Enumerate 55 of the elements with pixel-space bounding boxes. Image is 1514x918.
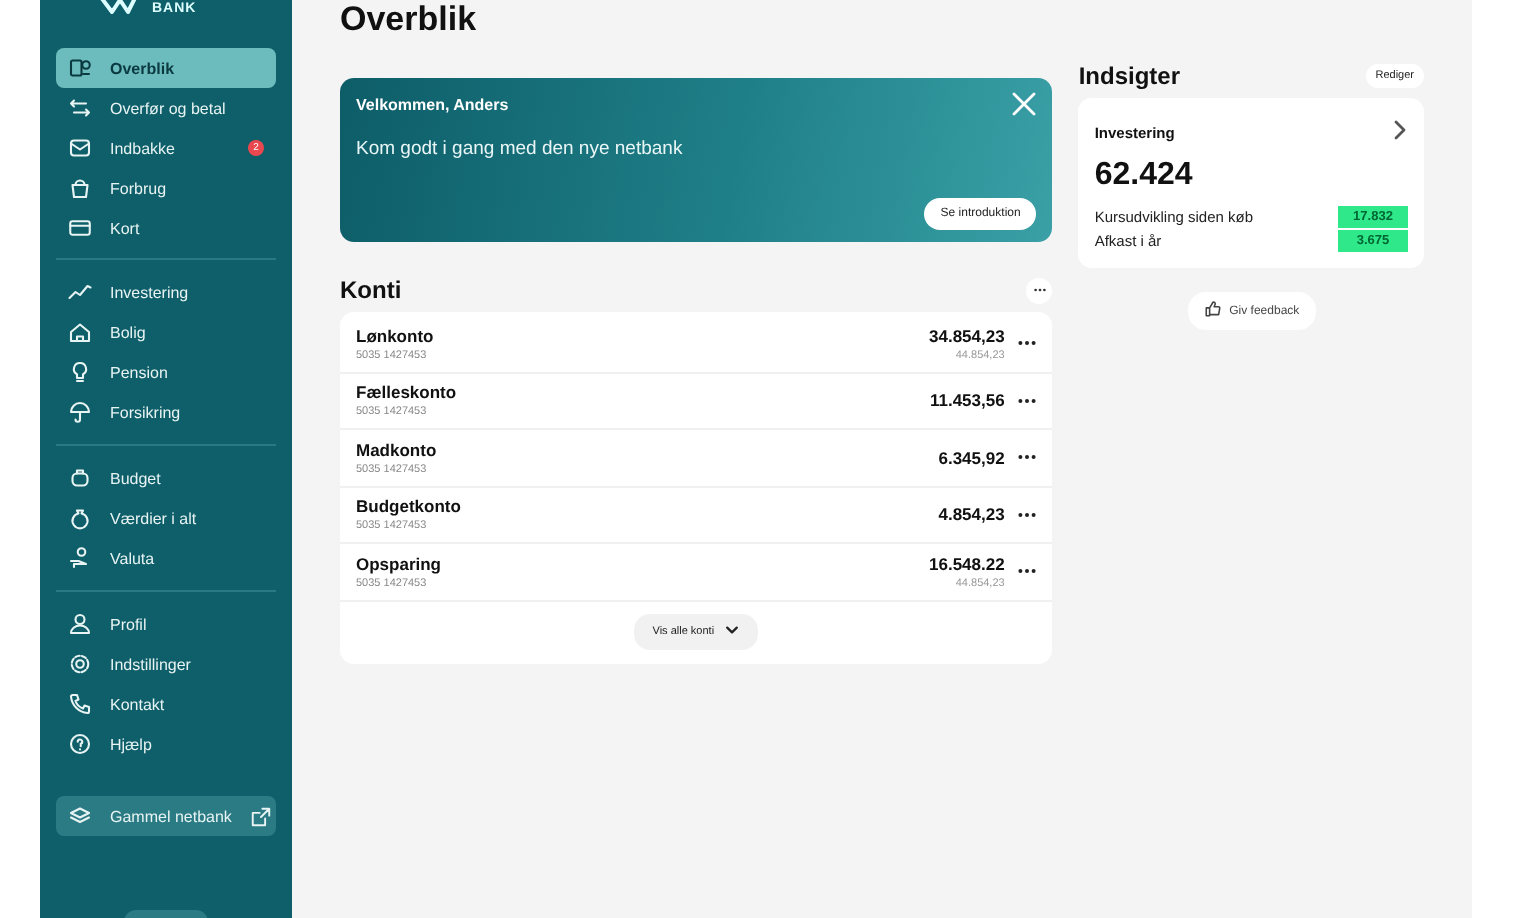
external-link[interactable]: Gammel netbank — [56, 796, 276, 836]
nav-item[interactable]: Bolig — [56, 312, 276, 352]
more-button[interactable] — [1016, 337, 1037, 350]
lightbulb-icon — [68, 360, 92, 384]
close-button[interactable] — [1012, 92, 1037, 116]
more-button[interactable] — [1016, 394, 1037, 407]
account-balance: 4.854,23 — [938, 504, 1005, 525]
house-icon — [68, 320, 92, 344]
dashboard-icon — [68, 56, 92, 80]
stack-icon — [68, 804, 92, 828]
account-name: Budgetkonto — [356, 496, 463, 517]
trend-line-icon — [68, 280, 92, 304]
more-button[interactable] — [1016, 565, 1037, 578]
nav-item[interactable]: Forsikring — [56, 392, 276, 432]
umbrella-icon — [68, 400, 92, 424]
phone-icon — [68, 692, 92, 716]
nav-item[interactable]: Overblik — [56, 48, 276, 88]
account-name: Madkonto — [356, 439, 439, 460]
account-name: Lønkonto — [356, 325, 436, 346]
account-name: Opsparing — [356, 553, 444, 574]
nav-item[interactable]: Værdier i alt — [56, 498, 276, 538]
account-balance: 16.548.22 — [929, 553, 1005, 574]
more-button[interactable] — [1016, 451, 1037, 464]
banner-title: Velkommen, Anders — [356, 95, 509, 113]
account-balance: 6.345,92 — [938, 447, 1005, 468]
nav-item[interactable]: Kort — [56, 208, 276, 248]
logo-icon — [96, 0, 140, 16]
nav-item[interactable]: Budget — [56, 458, 276, 498]
thumbs-up-icon — [1203, 300, 1222, 322]
nav-item[interactable]: Profil — [56, 604, 276, 644]
section-title: Konti — [340, 276, 402, 304]
envelope-icon — [68, 136, 92, 160]
account-balance: 11.453,56 — [929, 390, 1005, 411]
person-icon — [68, 612, 92, 636]
hand-coin-icon — [68, 546, 92, 570]
nav-item[interactable]: Kontakt — [56, 684, 276, 724]
investment-value: 62.424 — [1094, 158, 1195, 194]
nav-item[interactable]: Hjælp — [56, 724, 276, 764]
section-title: Indsigter — [1078, 62, 1180, 90]
nav-item[interactable]: Valuta — [56, 538, 276, 578]
shopping-bag-icon — [68, 176, 92, 200]
banner-text: Kom godt i gang med den nye netbank — [356, 138, 685, 160]
question-circle-icon — [68, 732, 92, 756]
external-link-icon — [249, 805, 272, 827]
more-button[interactable] — [1016, 508, 1037, 521]
nav-item[interactable]: Overfør og betal — [56, 88, 276, 128]
nav-item[interactable]: Forbrug — [56, 168, 276, 208]
nav-item[interactable]: Investering — [56, 272, 276, 312]
page-title: Overblik — [340, 0, 479, 38]
account-balance: 34.854,23 — [929, 325, 1005, 346]
arrows-icon — [68, 96, 92, 120]
card-icon — [68, 216, 92, 240]
nav-item[interactable]: Indstillinger — [56, 644, 276, 684]
account-name: Fælleskonto — [356, 382, 459, 403]
nav-item[interactable]: Pension — [56, 352, 276, 392]
